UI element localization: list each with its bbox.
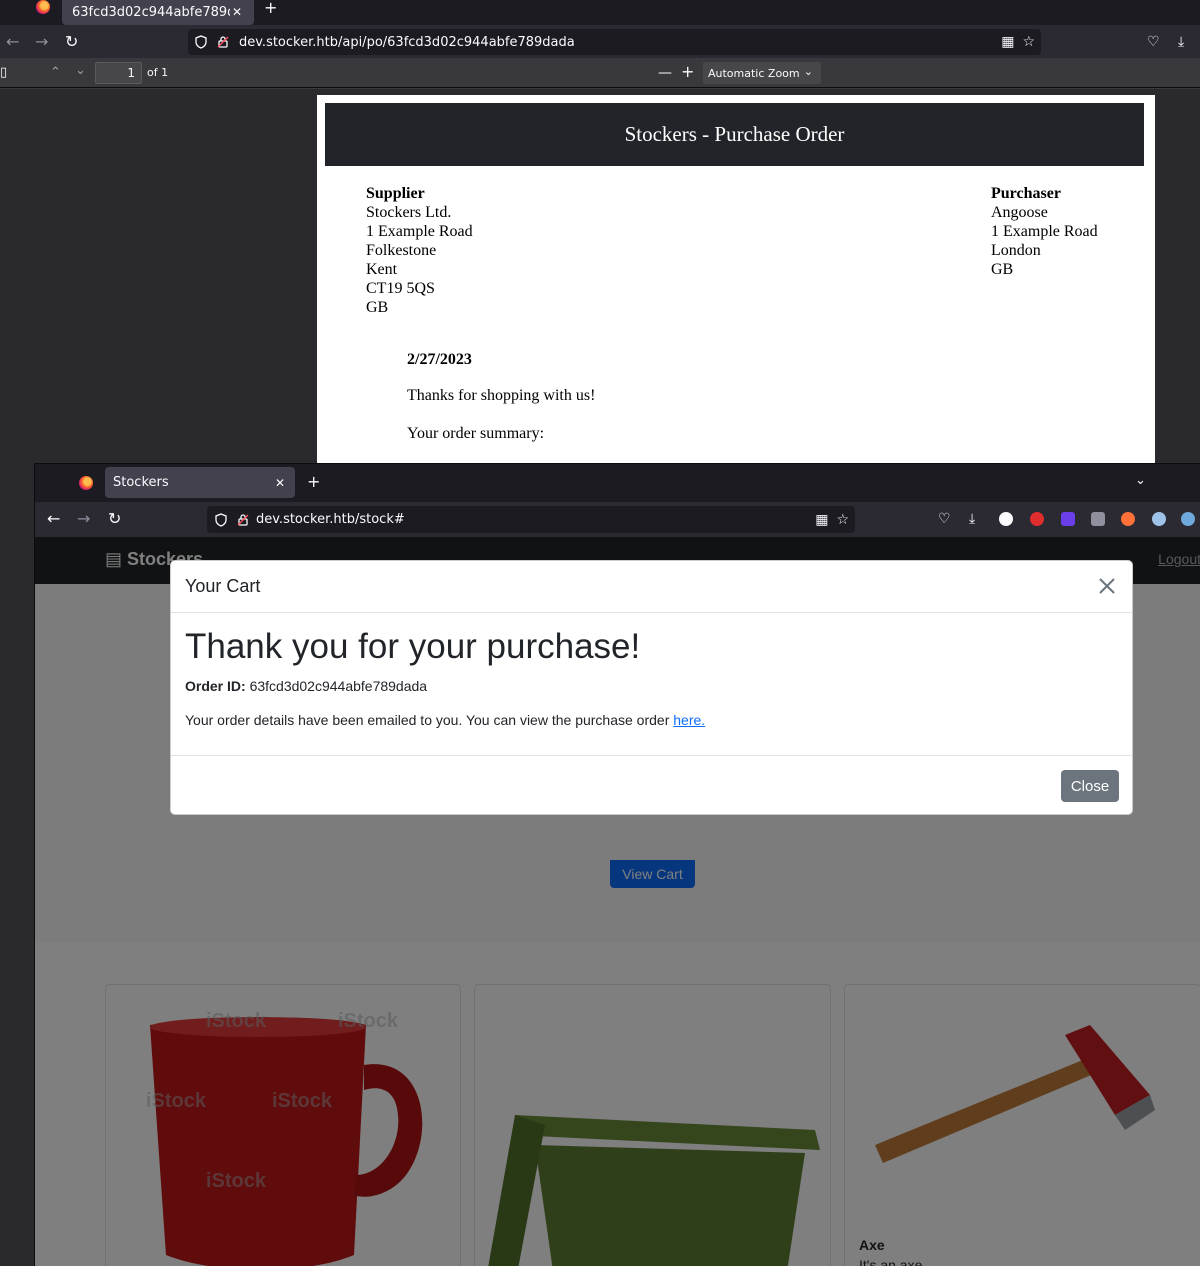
dark-reader-icon[interactable] bbox=[999, 512, 1013, 526]
purchaser-block: Purchaser Angoose 1 Example Road London … bbox=[991, 184, 1098, 279]
next-page-icon[interactable]: ⌄ bbox=[75, 63, 86, 79]
modal-footer: Close bbox=[171, 755, 1132, 815]
summary-heading: Your order summary: bbox=[407, 425, 545, 442]
extension-badge-icon[interactable] bbox=[1061, 512, 1075, 526]
pdf-toolbar: ▯ ⌃ ⌄ — + bbox=[0, 58, 1200, 88]
wappalyzer-icon[interactable] bbox=[1152, 512, 1166, 526]
supplier-line: Kent bbox=[366, 261, 398, 278]
previous-page-icon[interactable]: ⌃ bbox=[50, 65, 61, 81]
order-id-line: Order ID: 63fcd3d02c944abfe789dada bbox=[185, 678, 427, 694]
insecure-lock-icon[interactable] bbox=[216, 35, 230, 49]
bookmark-star-icon[interactable]: ☆ bbox=[836, 512, 849, 528]
modal-close-button[interactable] bbox=[1094, 573, 1120, 599]
cart-modal: Your Cart Thank you for your purchase! O… bbox=[170, 560, 1133, 815]
bitwarden-icon[interactable] bbox=[1181, 512, 1195, 526]
tab-title: Stockers bbox=[113, 475, 169, 490]
tab-bar: Stockers ✕ + ⌄ bbox=[35, 464, 1200, 502]
download-icon[interactable]: ⤓ bbox=[969, 511, 975, 527]
purchaser-label: Purchaser bbox=[991, 185, 1061, 202]
reload-icon[interactable]: ↻ bbox=[108, 511, 121, 527]
supplier-label: Supplier bbox=[366, 185, 425, 202]
new-tab-icon[interactable]: + bbox=[264, 0, 277, 17]
url-bar[interactable]: dev.stocker.htb/stock# ▦ ☆ bbox=[207, 506, 855, 533]
download-icon[interactable]: ⤓ bbox=[1178, 34, 1184, 50]
fox-icon[interactable] bbox=[1121, 512, 1135, 526]
back-arrow-icon[interactable]: ← bbox=[47, 511, 60, 527]
adblock-icon[interactable] bbox=[1030, 512, 1044, 526]
zoom-in-icon[interactable]: + bbox=[681, 64, 694, 80]
back-arrow-icon[interactable]: ← bbox=[6, 34, 19, 50]
order-message: Your order details have been emailed to … bbox=[185, 712, 705, 728]
modal-header: Your Cart bbox=[171, 561, 1132, 613]
purchaser-line: London bbox=[991, 242, 1041, 259]
supplier-line: GB bbox=[366, 299, 389, 316]
pocket-icon[interactable]: ♡ bbox=[1147, 34, 1160, 50]
shield-icon[interactable] bbox=[194, 35, 208, 49]
sidebar-toggle-icon[interactable]: ▯ bbox=[0, 65, 7, 81]
thanks-text: Thanks for shopping with us! bbox=[407, 387, 596, 404]
po-header: Stockers - Purchase Order bbox=[325, 103, 1144, 166]
supplier-line: CT19 5QS bbox=[366, 280, 435, 297]
order-date: 2/27/2023 bbox=[407, 351, 472, 368]
order-id-value: 63fcd3d02c944abfe789dada bbox=[249, 678, 428, 694]
forward-arrow-icon[interactable]: → bbox=[35, 34, 48, 50]
tab-close-icon[interactable]: ✕ bbox=[230, 6, 244, 19]
supplier-line: 1 Example Road bbox=[366, 223, 473, 240]
purchase-heading: Thank you for your purchase! bbox=[185, 627, 641, 666]
bookmark-star-icon[interactable]: ☆ bbox=[1022, 34, 1035, 50]
page-count: of 1 bbox=[147, 66, 169, 79]
list-tabs-chevron-icon[interactable]: ⌄ bbox=[1135, 473, 1146, 488]
shield-icon[interactable] bbox=[214, 512, 228, 527]
qr-grid-icon[interactable]: ▦ bbox=[1001, 34, 1014, 50]
tab-purchase-order[interactable]: 63fcd3d02c944abfe789dada ✕ bbox=[62, 0, 254, 25]
tab-bar: 63fcd3d02c944abfe789dada ✕ + bbox=[0, 0, 1200, 25]
purchaser-line: Angoose bbox=[991, 204, 1048, 221]
reload-icon[interactable]: ↻ bbox=[65, 34, 78, 50]
qr-grid-icon[interactable]: ▦ bbox=[815, 512, 828, 528]
modal-title: Your Cart bbox=[185, 576, 261, 596]
order-message-text: Your order details have been emailed to … bbox=[185, 712, 674, 728]
grid-icon[interactable] bbox=[1091, 512, 1105, 526]
order-id-label: Order ID: bbox=[185, 678, 246, 694]
firefox-icon bbox=[36, 0, 50, 14]
close-button[interactable]: Close bbox=[1061, 770, 1119, 802]
firefox-icon bbox=[79, 476, 93, 490]
url-bar[interactable]: dev.stocker.htb/api/po/63fcd3d02c944abfe… bbox=[188, 29, 1041, 55]
chevron-down-icon: ⌄ bbox=[803, 65, 813, 78]
supplier-line: Folkestone bbox=[366, 242, 437, 259]
forward-arrow-icon[interactable]: → bbox=[77, 511, 90, 527]
supplier-block: Supplier Stockers Ltd. 1 Example Road Fo… bbox=[366, 184, 473, 317]
purchaser-line: 1 Example Road bbox=[991, 223, 1098, 240]
tab-title: 63fcd3d02c944abfe789dada bbox=[72, 6, 230, 19]
tab-close-icon[interactable]: ✕ bbox=[273, 476, 287, 490]
insecure-lock-icon[interactable] bbox=[236, 513, 250, 527]
tab-stockers[interactable]: Stockers ✕ bbox=[105, 467, 295, 498]
zoom-out-icon[interactable]: — bbox=[658, 65, 672, 81]
purchaser-line: GB bbox=[991, 261, 1014, 278]
supplier-line: Stockers Ltd. bbox=[366, 204, 452, 221]
zoom-select[interactable]: Automatic Zoom ⌄ bbox=[703, 62, 821, 84]
new-tab-icon[interactable]: + bbox=[307, 472, 320, 491]
url-text[interactable]: dev.stocker.htb/api/po/63fcd3d02c944abfe… bbox=[239, 35, 1001, 50]
zoom-select-value: Automatic Zoom bbox=[708, 66, 800, 80]
page-number-input[interactable] bbox=[95, 62, 142, 84]
close-icon bbox=[1099, 578, 1115, 594]
url-text[interactable]: dev.stocker.htb/stock# bbox=[256, 512, 815, 527]
purchase-order-link[interactable]: here. bbox=[673, 712, 705, 728]
pocket-icon[interactable]: ♡ bbox=[938, 511, 951, 527]
